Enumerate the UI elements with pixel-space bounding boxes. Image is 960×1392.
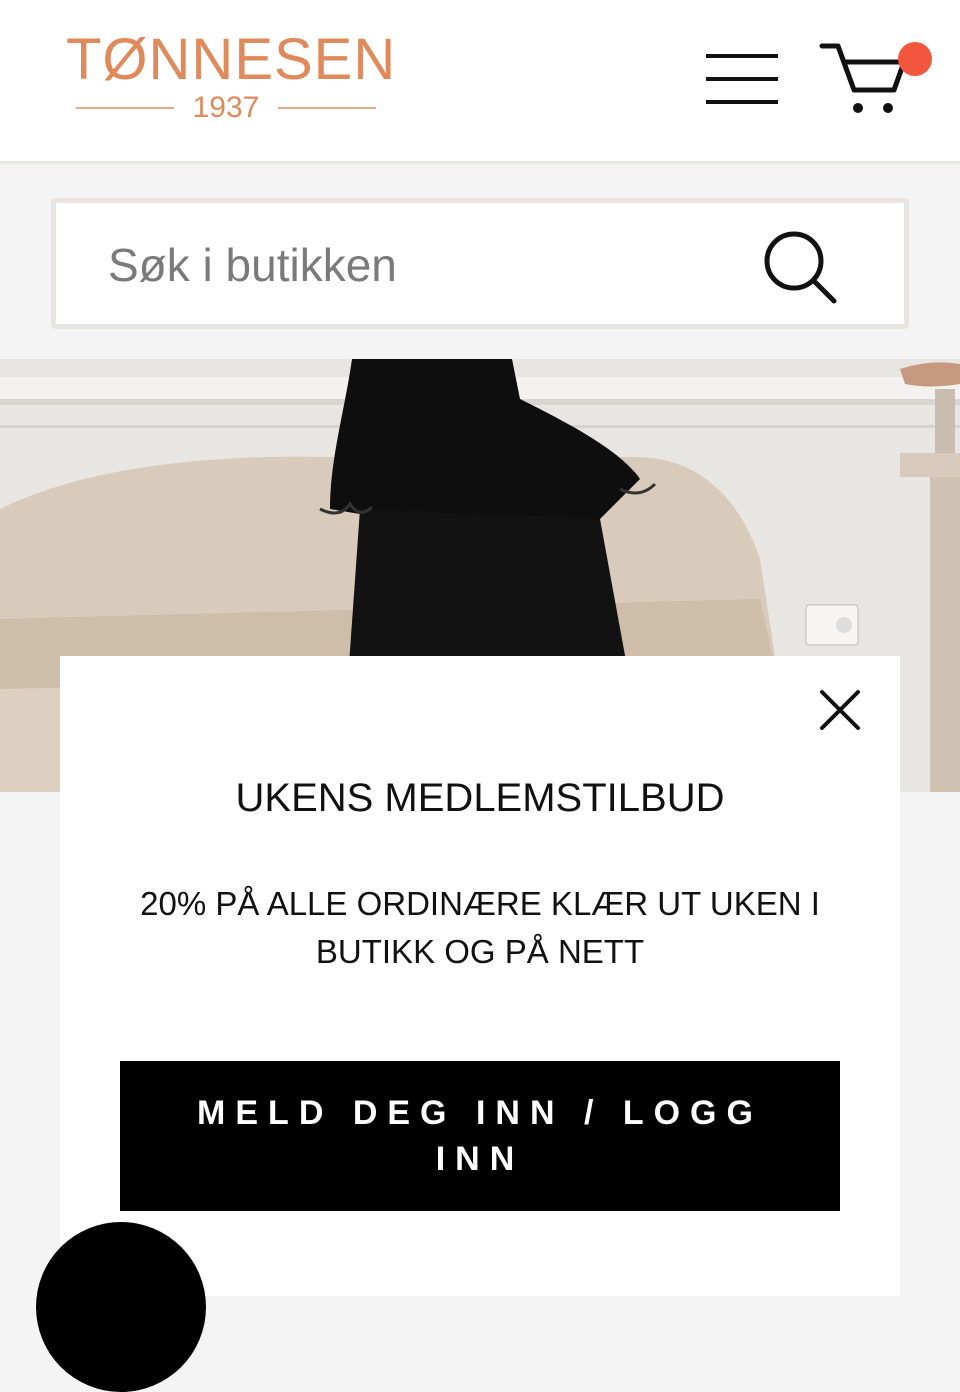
- logo-year: 1937: [192, 91, 260, 124]
- shopping-cart-button[interactable]: [818, 36, 932, 120]
- menu-bar-bottom: [706, 100, 778, 104]
- logo-divider-right: [278, 107, 376, 109]
- tonnesen-logo[interactable]: TØNNESEN 1937: [66, 27, 397, 128]
- site-header: TØNNESEN 1937: [0, 0, 960, 164]
- search-icon[interactable]: [762, 229, 840, 307]
- member-offer-modal: UKENS MEDLEMSTILBUD 20% PÅ ALLE ORDINÆRE…: [60, 656, 900, 1296]
- cart-badge: [898, 42, 932, 76]
- logo-name: TØNNESEN: [66, 27, 397, 92]
- modal-offer-text: 20% PÅ ALLE ORDINÆRE KLÆR UT UKEN I BUTI…: [140, 885, 820, 970]
- menu-bar-top: [706, 54, 778, 58]
- logo-divider-left: [76, 107, 174, 109]
- modal-title: UKENS MEDLEMSTILBUD: [235, 776, 725, 820]
- join-login-button[interactable]: MELD DEG INN / LOGG INN: [120, 1061, 840, 1211]
- logo-year-row: 1937: [76, 92, 376, 128]
- menu-bar-middle: [706, 77, 778, 81]
- close-icon[interactable]: [816, 686, 864, 734]
- hamburger-menu-icon[interactable]: [700, 46, 784, 112]
- chat-bubble-icon[interactable]: [36, 1222, 206, 1392]
- search-input[interactable]: [106, 223, 750, 307]
- search-bar: [51, 198, 909, 329]
